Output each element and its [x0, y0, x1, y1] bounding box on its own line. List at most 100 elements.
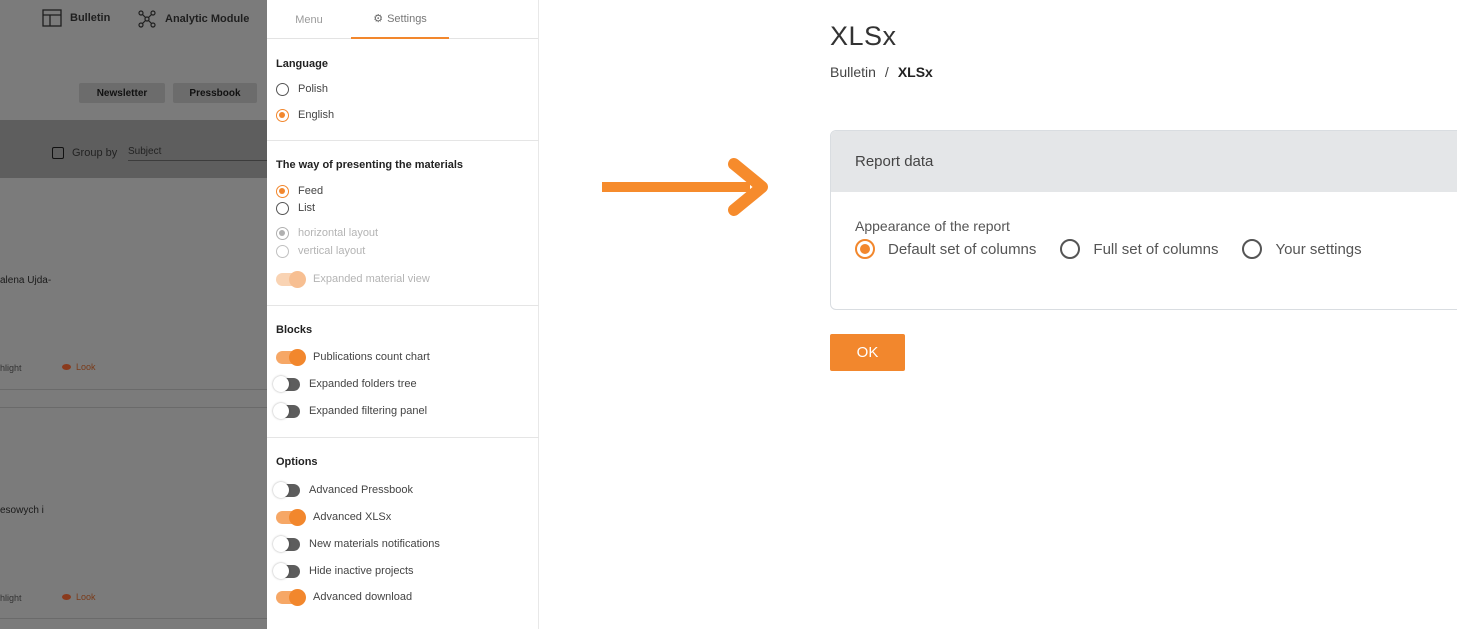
material-text-fragment: alena Ujda-: [0, 275, 52, 286]
nav-bulletin-label: Bulletin: [70, 12, 111, 24]
radio-button[interactable]: [855, 239, 875, 259]
tab-settings[interactable]: ⚙ Settings: [351, 0, 449, 39]
radio-button[interactable]: [276, 82, 289, 96]
toggle-label: Expanded filtering panel: [309, 405, 428, 417]
group-by-select[interactable]: Subject: [128, 146, 267, 161]
toggle-label: Advanced XLSx: [313, 511, 392, 523]
row-divider: [0, 389, 267, 390]
toggle-switch[interactable]: [276, 348, 306, 366]
card-header: Report data: [831, 131, 1457, 192]
layout-option-horizontal[interactable]: horizontal layout: [276, 226, 378, 240]
toggle-label: New materials notifications: [309, 538, 440, 550]
section-divider: [267, 305, 539, 306]
layout-option-vertical[interactable]: vertical layout: [276, 244, 365, 258]
look-link[interactable]: Look: [62, 362, 96, 372]
highlight-link[interactable]: hlight: [0, 593, 22, 603]
breadcrumb-parent[interactable]: Bulletin: [830, 64, 876, 80]
toggle-label: Hide inactive projects: [309, 565, 414, 577]
analytic-network-icon: [138, 10, 156, 28]
option-label: English: [298, 109, 335, 121]
radio-button[interactable]: [1060, 239, 1081, 259]
toggle-switch[interactable]: [273, 562, 300, 579]
toggle-label: Publications count chart: [313, 351, 430, 363]
options-toggle-advanced-pressbook[interactable]: Advanced Pressbook: [273, 481, 413, 498]
language-option-english[interactable]: English: [276, 108, 334, 122]
option-full-columns[interactable]: Full set of columns: [1060, 239, 1218, 259]
options-title: Options: [276, 456, 318, 468]
gear-icon: ⚙: [373, 13, 384, 25]
blocks-title: Blocks: [276, 324, 313, 336]
option-your-settings[interactable]: Your settings: [1242, 239, 1362, 259]
page-title: XLSx: [830, 21, 897, 51]
expanded-material-view-toggle[interactable]: Expanded material view: [276, 270, 430, 288]
pressbook-button[interactable]: Pressbook: [173, 83, 257, 103]
toggle-switch[interactable]: [273, 535, 300, 552]
report-data-card: Report data Appearance of the report Def…: [830, 130, 1457, 310]
options-toggle-hide-inactive-projects[interactable]: Hide inactive projects: [273, 562, 414, 579]
nav-analytic-module[interactable]: Analytic Module: [137, 9, 249, 29]
presentation-title: The way of presenting the materials: [276, 159, 464, 171]
group-by-bar: Group by Subject: [0, 120, 267, 178]
blocks-toggle-publications-chart[interactable]: Publications count chart: [276, 348, 430, 366]
breadcrumb-separator: /: [884, 64, 889, 80]
ok-button[interactable]: OK: [830, 334, 905, 371]
option-default-columns[interactable]: Default set of columns: [855, 239, 1036, 259]
section-divider: [267, 140, 539, 141]
toggle-switch[interactable]: [273, 375, 300, 392]
group-by-label: Group by: [72, 147, 118, 159]
radio-button[interactable]: [276, 108, 289, 122]
tab-menu[interactable]: Menu: [267, 0, 351, 39]
background-app: Bulletin Analytic Module Newsletter Pres…: [0, 0, 267, 629]
radio-button[interactable]: [276, 184, 289, 198]
radio-button[interactable]: [276, 244, 289, 258]
option-label: Polish: [298, 83, 328, 95]
blocks-toggle-folders-tree[interactable]: Expanded folders tree: [273, 375, 417, 392]
toggle-switch[interactable]: [276, 508, 306, 526]
eye-icon: [62, 364, 71, 370]
toggle-switch[interactable]: [276, 588, 306, 606]
radio-button[interactable]: [276, 226, 289, 240]
look-label: Look: [76, 362, 96, 372]
option-label: List: [298, 202, 316, 214]
option-label: Default set of columns: [888, 240, 1037, 258]
nav-analytic-label: Analytic Module: [165, 13, 250, 25]
presentation-option-list[interactable]: List: [276, 201, 315, 215]
breadcrumb-current: XLSx: [897, 64, 933, 80]
appearance-options: Default set of columns Full set of colum…: [855, 239, 1386, 259]
options-toggle-new-materials-notifications[interactable]: New materials notifications: [273, 535, 440, 552]
tab-menu-label: Menu: [295, 13, 323, 26]
option-label: Your settings: [1275, 240, 1362, 258]
toggle-switch[interactable]: [276, 270, 306, 288]
eye-icon: [62, 594, 71, 600]
group-by-checkbox[interactable]: [52, 147, 64, 159]
radio-button[interactable]: [276, 201, 289, 215]
newsletter-button[interactable]: Newsletter: [79, 83, 165, 103]
appearance-label: Appearance of the report: [855, 218, 1010, 234]
toggle-label: Expanded folders tree: [309, 378, 417, 390]
options-toggle-advanced-download[interactable]: Advanced download: [276, 588, 413, 606]
breadcrumb: Bulletin / XLSx: [830, 64, 933, 80]
material-text-fragment: esowych i: [0, 505, 44, 516]
option-label: vertical layout: [298, 245, 366, 257]
toggle-switch[interactable]: [273, 402, 300, 419]
bulletin-icon: [42, 9, 62, 27]
arrow-right-icon: [602, 158, 768, 216]
look-link[interactable]: Look: [62, 592, 96, 602]
toggle-label: Expanded material view: [313, 273, 430, 285]
toggle-label: Advanced download: [313, 591, 413, 603]
option-label: Full set of columns: [1093, 240, 1219, 258]
card-header-label: Report data: [855, 153, 934, 170]
toggle-switch[interactable]: [273, 481, 300, 498]
highlight-link[interactable]: hlight: [0, 363, 22, 373]
language-title: Language: [276, 58, 328, 70]
option-label: Feed: [298, 185, 324, 197]
look-label: Look: [76, 592, 96, 602]
nav-bulletin[interactable]: Bulletin: [42, 9, 110, 27]
presentation-option-feed[interactable]: Feed: [276, 184, 323, 198]
report-view: XLSx Bulletin / XLSx Report data Appeara…: [830, 0, 1457, 629]
blocks-toggle-filtering-panel[interactable]: Expanded filtering panel: [273, 402, 428, 419]
radio-button[interactable]: [1242, 239, 1263, 259]
language-option-polish[interactable]: Polish: [276, 82, 328, 96]
panel-tabs: Menu ⚙ Settings: [267, 0, 538, 39]
options-toggle-advanced-xlsx[interactable]: Advanced XLSx: [276, 508, 392, 526]
